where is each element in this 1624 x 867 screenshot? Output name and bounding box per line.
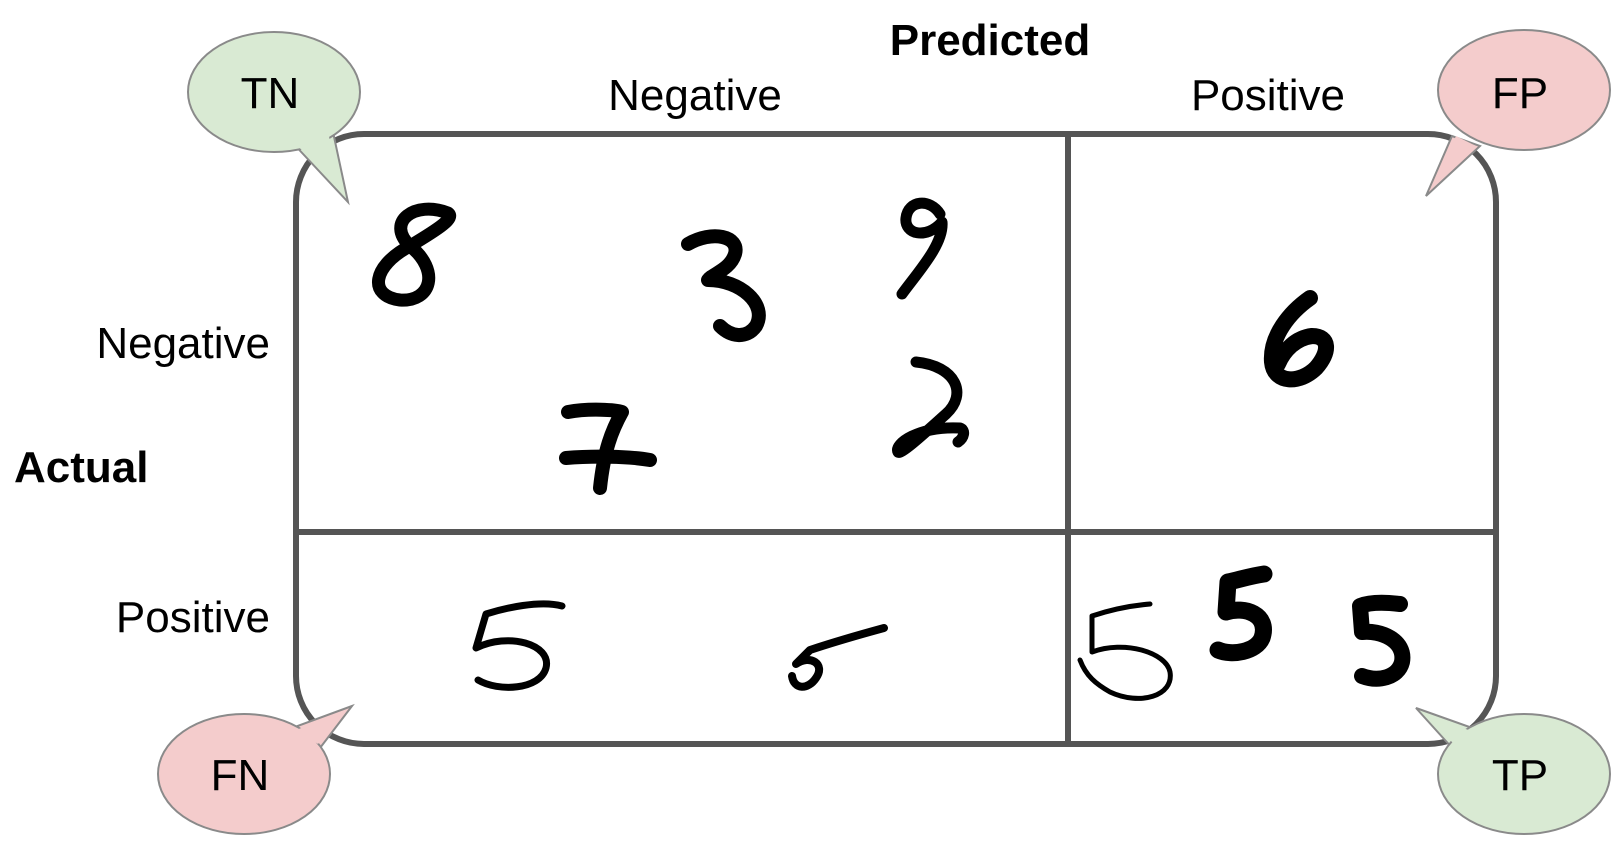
fp-speech-bubble: FP	[1425, 29, 1611, 197]
tn-speech-bubble: TN	[187, 31, 361, 206]
fn-digit-images	[472, 600, 888, 691]
fn-speech-bubble: FN	[157, 703, 355, 835]
fn-label: FN	[211, 751, 270, 800]
actual-positive-label: Positive	[116, 593, 270, 642]
fp-label: FP	[1492, 69, 1548, 118]
digit-3-image	[681, 229, 766, 342]
digit-2-image	[892, 356, 970, 458]
digit-9-image	[896, 197, 948, 300]
digit-5-image	[1077, 601, 1173, 701]
actual-axis-title: Actual	[14, 443, 148, 492]
tp-speech-bubble: TP	[1415, 707, 1611, 835]
matrix-frame	[293, 131, 1499, 747]
tp-label: TP	[1492, 751, 1548, 800]
tp-digit-images	[1077, 565, 1411, 701]
actual-negative-label: Negative	[96, 319, 270, 368]
digit-5-image	[788, 624, 888, 691]
predicted-positive-label: Positive	[1191, 71, 1345, 120]
digit-5-image	[472, 600, 566, 691]
digit-8-image	[372, 202, 457, 307]
digit-5-image	[1209, 565, 1273, 662]
tn-label: TN	[241, 69, 300, 118]
tn-digit-images	[372, 197, 970, 495]
digit-6-image	[1263, 290, 1334, 388]
confusion-matrix-diagram: Predicted Actual Negative Positive Negat…	[14, 16, 1611, 835]
digit-7-image	[559, 402, 657, 495]
predicted-negative-label: Negative	[608, 71, 782, 120]
digit-5-image	[1352, 594, 1411, 687]
predicted-axis-title: Predicted	[890, 16, 1091, 65]
fp-digit-images	[1263, 290, 1334, 388]
